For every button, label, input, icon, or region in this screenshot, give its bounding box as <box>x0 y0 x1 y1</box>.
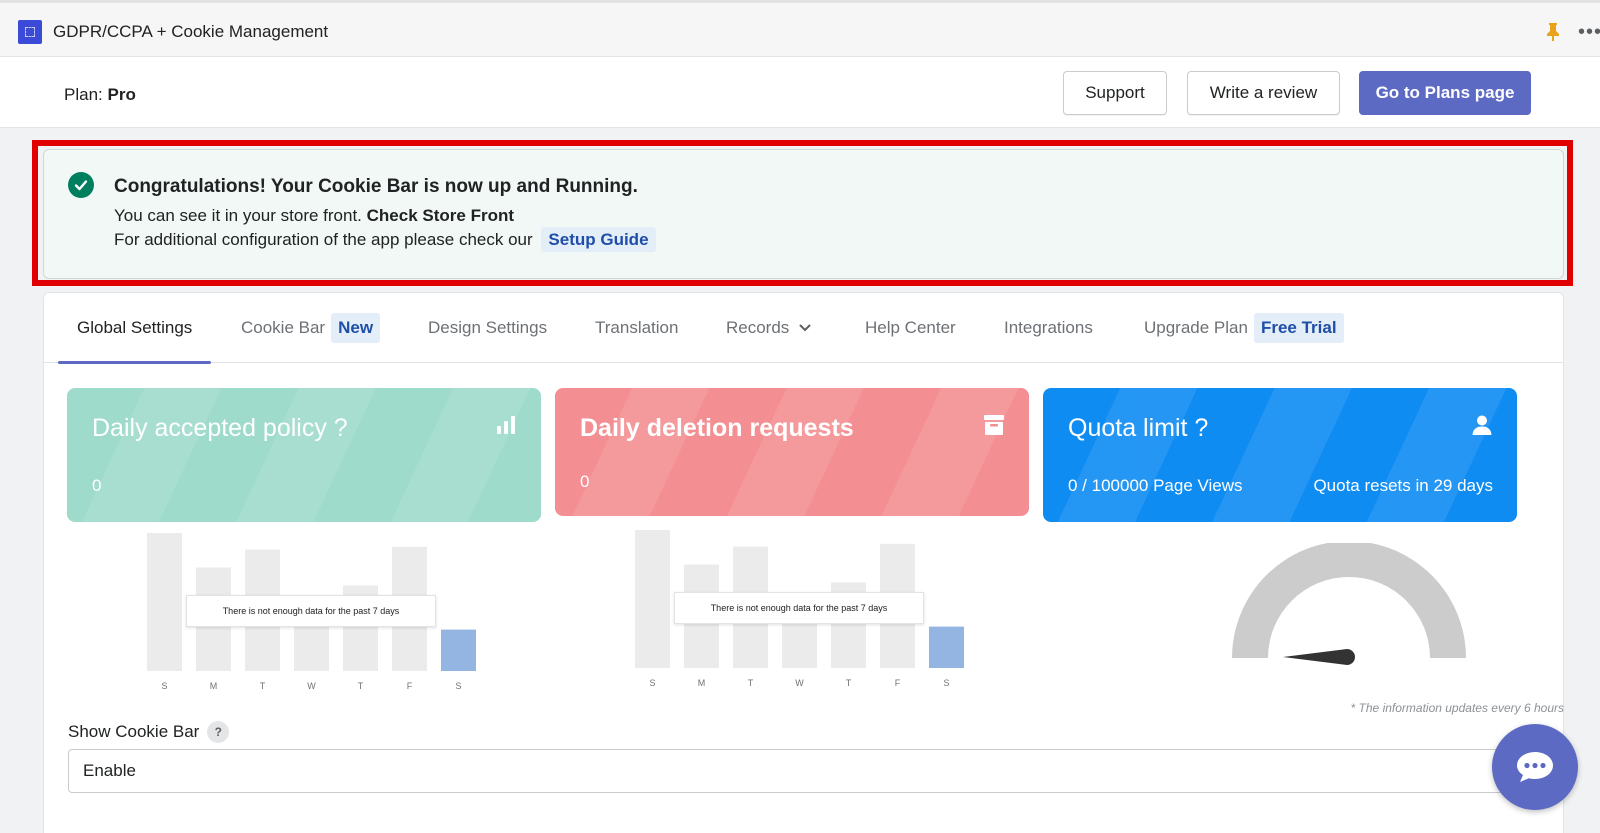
plan-name: Pro <box>107 85 136 104</box>
tab-label: Upgrade Plan <box>1144 318 1248 337</box>
deletion-bar-chart: S M T W T F S There is not enough data for the… <box>632 530 992 700</box>
gauge-arc <box>1232 543 1466 658</box>
no-data-message: There is not enough data for the past 7 … <box>674 592 924 624</box>
success-banner: Congratulations! Your Cookie Bar is now … <box>43 149 1564 279</box>
chart-tick-label: T <box>846 678 852 688</box>
chart-tick-label: M <box>698 678 706 688</box>
chart-tick-label: M <box>210 681 218 691</box>
tab-upgrade-plan[interactable]: Upgrade Plan Free Trial <box>1144 293 1344 363</box>
bar-chart-icon <box>497 416 515 434</box>
tab-translation[interactable]: Translation <box>595 293 678 363</box>
support-button[interactable]: Support <box>1063 71 1167 115</box>
user-icon <box>1472 415 1492 435</box>
app-titlebar: GDPR/CCPA + Cookie Management ••• <box>0 0 1600 57</box>
app-logo-icon <box>18 20 42 44</box>
tab-label: Help Center <box>865 318 956 337</box>
show-cookie-bar-label: Show Cookie Bar ? <box>68 721 230 743</box>
chart-tick-label: S <box>943 678 949 688</box>
plan-prefix: Plan: <box>64 85 103 104</box>
chart-tick-label: T <box>260 681 266 691</box>
show-cookie-bar-label-text: Show Cookie Bar <box>68 722 200 741</box>
daily-deletion-title: Daily deletion requests <box>580 414 854 442</box>
info-update-note: * The information updates every 6 hours <box>1350 701 1564 715</box>
chart-tick-label: F <box>895 678 901 688</box>
show-cookie-bar-select[interactable]: Enable <box>68 749 1503 793</box>
tab-label: Records <box>726 318 790 337</box>
daily-accepted-title[interactable]: Daily accepted policy ? <box>92 414 348 443</box>
setup-guide-link[interactable]: Setup Guide <box>541 227 656 252</box>
tab-help-center[interactable]: Help Center <box>865 293 956 363</box>
banner-line2: For additional configuration of the app … <box>114 227 656 252</box>
chevron-down-icon <box>799 324 811 332</box>
banner-line2-text: For additional configuration of the app … <box>114 230 533 249</box>
tab-label: Global Settings <box>77 318 193 337</box>
tab-label: Cookie Bar <box>241 318 326 337</box>
tab-integrations[interactable]: Integrations <box>1004 293 1093 363</box>
chart-bar-0 <box>147 533 182 671</box>
app-title: GDPR/CCPA + Cookie Management <box>53 22 329 41</box>
tab-label: Translation <box>595 318 679 337</box>
gauge-needle <box>1283 649 1355 665</box>
tab-design-settings[interactable]: Design Settings <box>428 293 547 363</box>
tab-label: Design Settings <box>428 318 548 337</box>
app-header: Plan: Pro Support Write a review Go to P… <box>0 57 1600 128</box>
banner-title: Congratulations! Your Cookie Bar is now … <box>114 176 638 197</box>
chart-tick-label: F <box>407 681 413 691</box>
chat-button[interactable] <box>1492 724 1578 810</box>
chart-bar-6 <box>441 629 476 671</box>
chart-tick-label: S <box>649 678 655 688</box>
help-icon[interactable]: ? <box>207 721 230 743</box>
quota-reset-text: Quota resets in 29 days <box>1313 476 1493 495</box>
chart-bar-0 <box>635 530 670 668</box>
chat-bubble-icon <box>1517 752 1553 782</box>
tab-records[interactable]: Records <box>726 293 811 363</box>
tab-label: Integrations <box>1004 318 1093 337</box>
chart-tick-label: W <box>307 681 316 691</box>
chart-tick-label: W <box>795 678 804 688</box>
chart-tick-label: S <box>161 681 167 691</box>
more-options-icon[interactable]: ••• <box>1578 21 1600 44</box>
chart-bar-6 <box>929 626 964 668</box>
new-badge: New <box>331 313 381 343</box>
check-store-front-link[interactable]: Check Store Front <box>367 206 514 225</box>
quota-limit-title[interactable]: Quota limit ? <box>1068 414 1208 443</box>
tab-bar: Global Settings Cookie Bar New Design Se… <box>44 293 1563 364</box>
daily-deletion-card: Daily deletion requests 0 <box>555 388 1029 516</box>
plan-indicator: Plan: Pro <box>64 85 136 105</box>
banner-line1: You can see it in your store front. Chec… <box>114 206 514 226</box>
archive-icon <box>984 415 1004 435</box>
no-data-message: There is not enough data for the past 7 … <box>186 595 436 627</box>
free-trial-badge: Free Trial <box>1253 313 1344 343</box>
daily-deletion-value: 0 <box>580 472 590 491</box>
quota-gauge <box>1232 543 1466 665</box>
main-card: Global Settings Cookie Bar New Design Se… <box>43 292 1564 833</box>
daily-accepted-value: 0 <box>92 476 102 495</box>
tab-cookie-bar[interactable]: Cookie Bar New <box>241 293 381 363</box>
check-circle-icon <box>68 172 94 198</box>
write-review-button[interactable]: Write a review <box>1187 71 1340 115</box>
chart-tick-label: S <box>455 681 461 691</box>
accepted-bar-chart: S M T W T F S There is not enough data for the… <box>144 533 504 703</box>
tab-global-settings[interactable]: Global Settings <box>58 293 212 364</box>
pin-icon[interactable] <box>1545 22 1561 42</box>
quota-limit-card: Quota limit ? 0 / 100000 Page Views Quot… <box>1043 388 1517 522</box>
go-to-plans-button[interactable]: Go to Plans page <box>1359 71 1531 115</box>
chart-tick-label: T <box>358 681 364 691</box>
banner-line1-text: You can see it in your store front. <box>114 206 362 225</box>
quota-usage-value: 0 / 100000 Page Views <box>1068 476 1243 495</box>
chart-tick-label: T <box>748 678 754 688</box>
daily-accepted-card: Daily accepted policy ? 0 <box>67 388 541 522</box>
